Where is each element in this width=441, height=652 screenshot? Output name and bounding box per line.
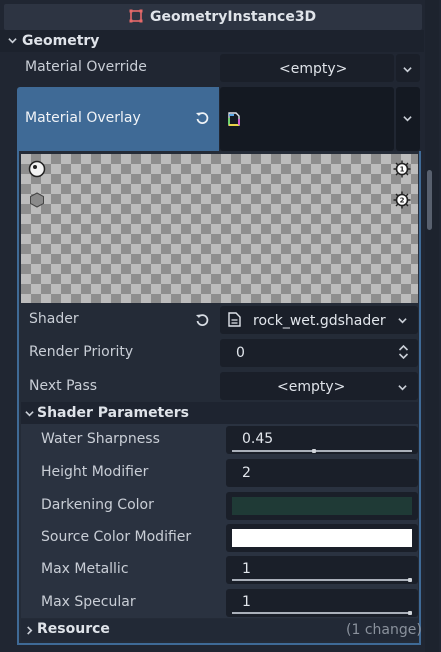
height-modifier-label: Height Modifier (41, 464, 149, 480)
resource-change-count: (1 change) (346, 622, 422, 638)
chevron-down-icon (25, 411, 34, 417)
inspector-scrollbar[interactable] (425, 0, 439, 652)
max-specular-value: 1 (242, 594, 251, 610)
max-specular-track (232, 612, 412, 614)
svg-text:2: 2 (400, 197, 405, 205)
render-priority-spinbox[interactable] (220, 339, 418, 367)
section-geometry-label: Geometry (22, 33, 100, 49)
max-metallic-value: 1 (242, 561, 251, 577)
next-pass-value: <empty> (277, 379, 346, 395)
render-priority-label: Render Priority (29, 344, 134, 360)
chevron-down-icon (398, 385, 407, 391)
updown-arrows-icon[interactable] (398, 344, 409, 360)
max-specular-grabber[interactable] (408, 611, 412, 615)
water-sharpness-label: Water Sharpness (41, 431, 160, 447)
water-sharpness-value: 0.45 (242, 431, 274, 447)
chevron-down-icon (403, 116, 412, 122)
material-overlay-label: Material Overlay (25, 110, 141, 126)
chevron-right-icon (27, 626, 33, 635)
inspector-scrollbar-thumb[interactable] (427, 170, 432, 230)
shader-label: Shader (29, 311, 79, 327)
sphere-preview-icon[interactable] (28, 160, 46, 178)
section-shader-parameters-label: Shader Parameters (37, 405, 189, 421)
revert-icon[interactable] (195, 313, 209, 327)
source-color-modifier-swatch (232, 529, 412, 547)
chevron-down-icon (8, 38, 17, 44)
node-class-title: GeometryInstance3D (150, 9, 317, 25)
source-color-modifier-label: Source Color Modifier (41, 529, 192, 545)
max-metallic-track (232, 579, 412, 581)
shader-value: rock_wet.gdshader (253, 313, 386, 329)
chevron-down-icon (403, 67, 412, 73)
height-modifier-input[interactable] (226, 459, 418, 487)
light-1-toggle-icon[interactable]: 1 (393, 160, 411, 178)
material-override-value: <empty> (279, 61, 348, 77)
max-metallic-label: Max Metallic (41, 561, 129, 577)
darkening-color-label: Darkening Color (41, 497, 154, 513)
svg-text:1: 1 (400, 166, 405, 174)
light-2-toggle-icon[interactable]: 2 (393, 191, 411, 209)
max-specular-label: Max Specular (41, 594, 136, 610)
material-overlay-picker[interactable] (220, 87, 394, 151)
section-resource-label: Resource (37, 621, 110, 637)
geometryinstance3d-icon (129, 9, 143, 23)
chevron-down-icon (398, 318, 407, 324)
water-sharpness-track (232, 450, 412, 452)
shader-file-icon (228, 312, 241, 327)
height-modifier-value: 2 (242, 465, 251, 481)
shader-material-icon (228, 112, 240, 126)
darkening-color-swatch (232, 497, 412, 515)
next-pass-label: Next Pass (29, 378, 98, 394)
render-priority-value: 0 (236, 345, 245, 361)
material-preview (21, 154, 418, 303)
max-metallic-grabber[interactable] (408, 578, 412, 582)
box-preview-icon[interactable] (28, 191, 46, 209)
revert-icon[interactable] (195, 111, 209, 125)
water-sharpness-grabber[interactable] (312, 449, 316, 453)
material-override-label: Material Override (25, 59, 147, 75)
